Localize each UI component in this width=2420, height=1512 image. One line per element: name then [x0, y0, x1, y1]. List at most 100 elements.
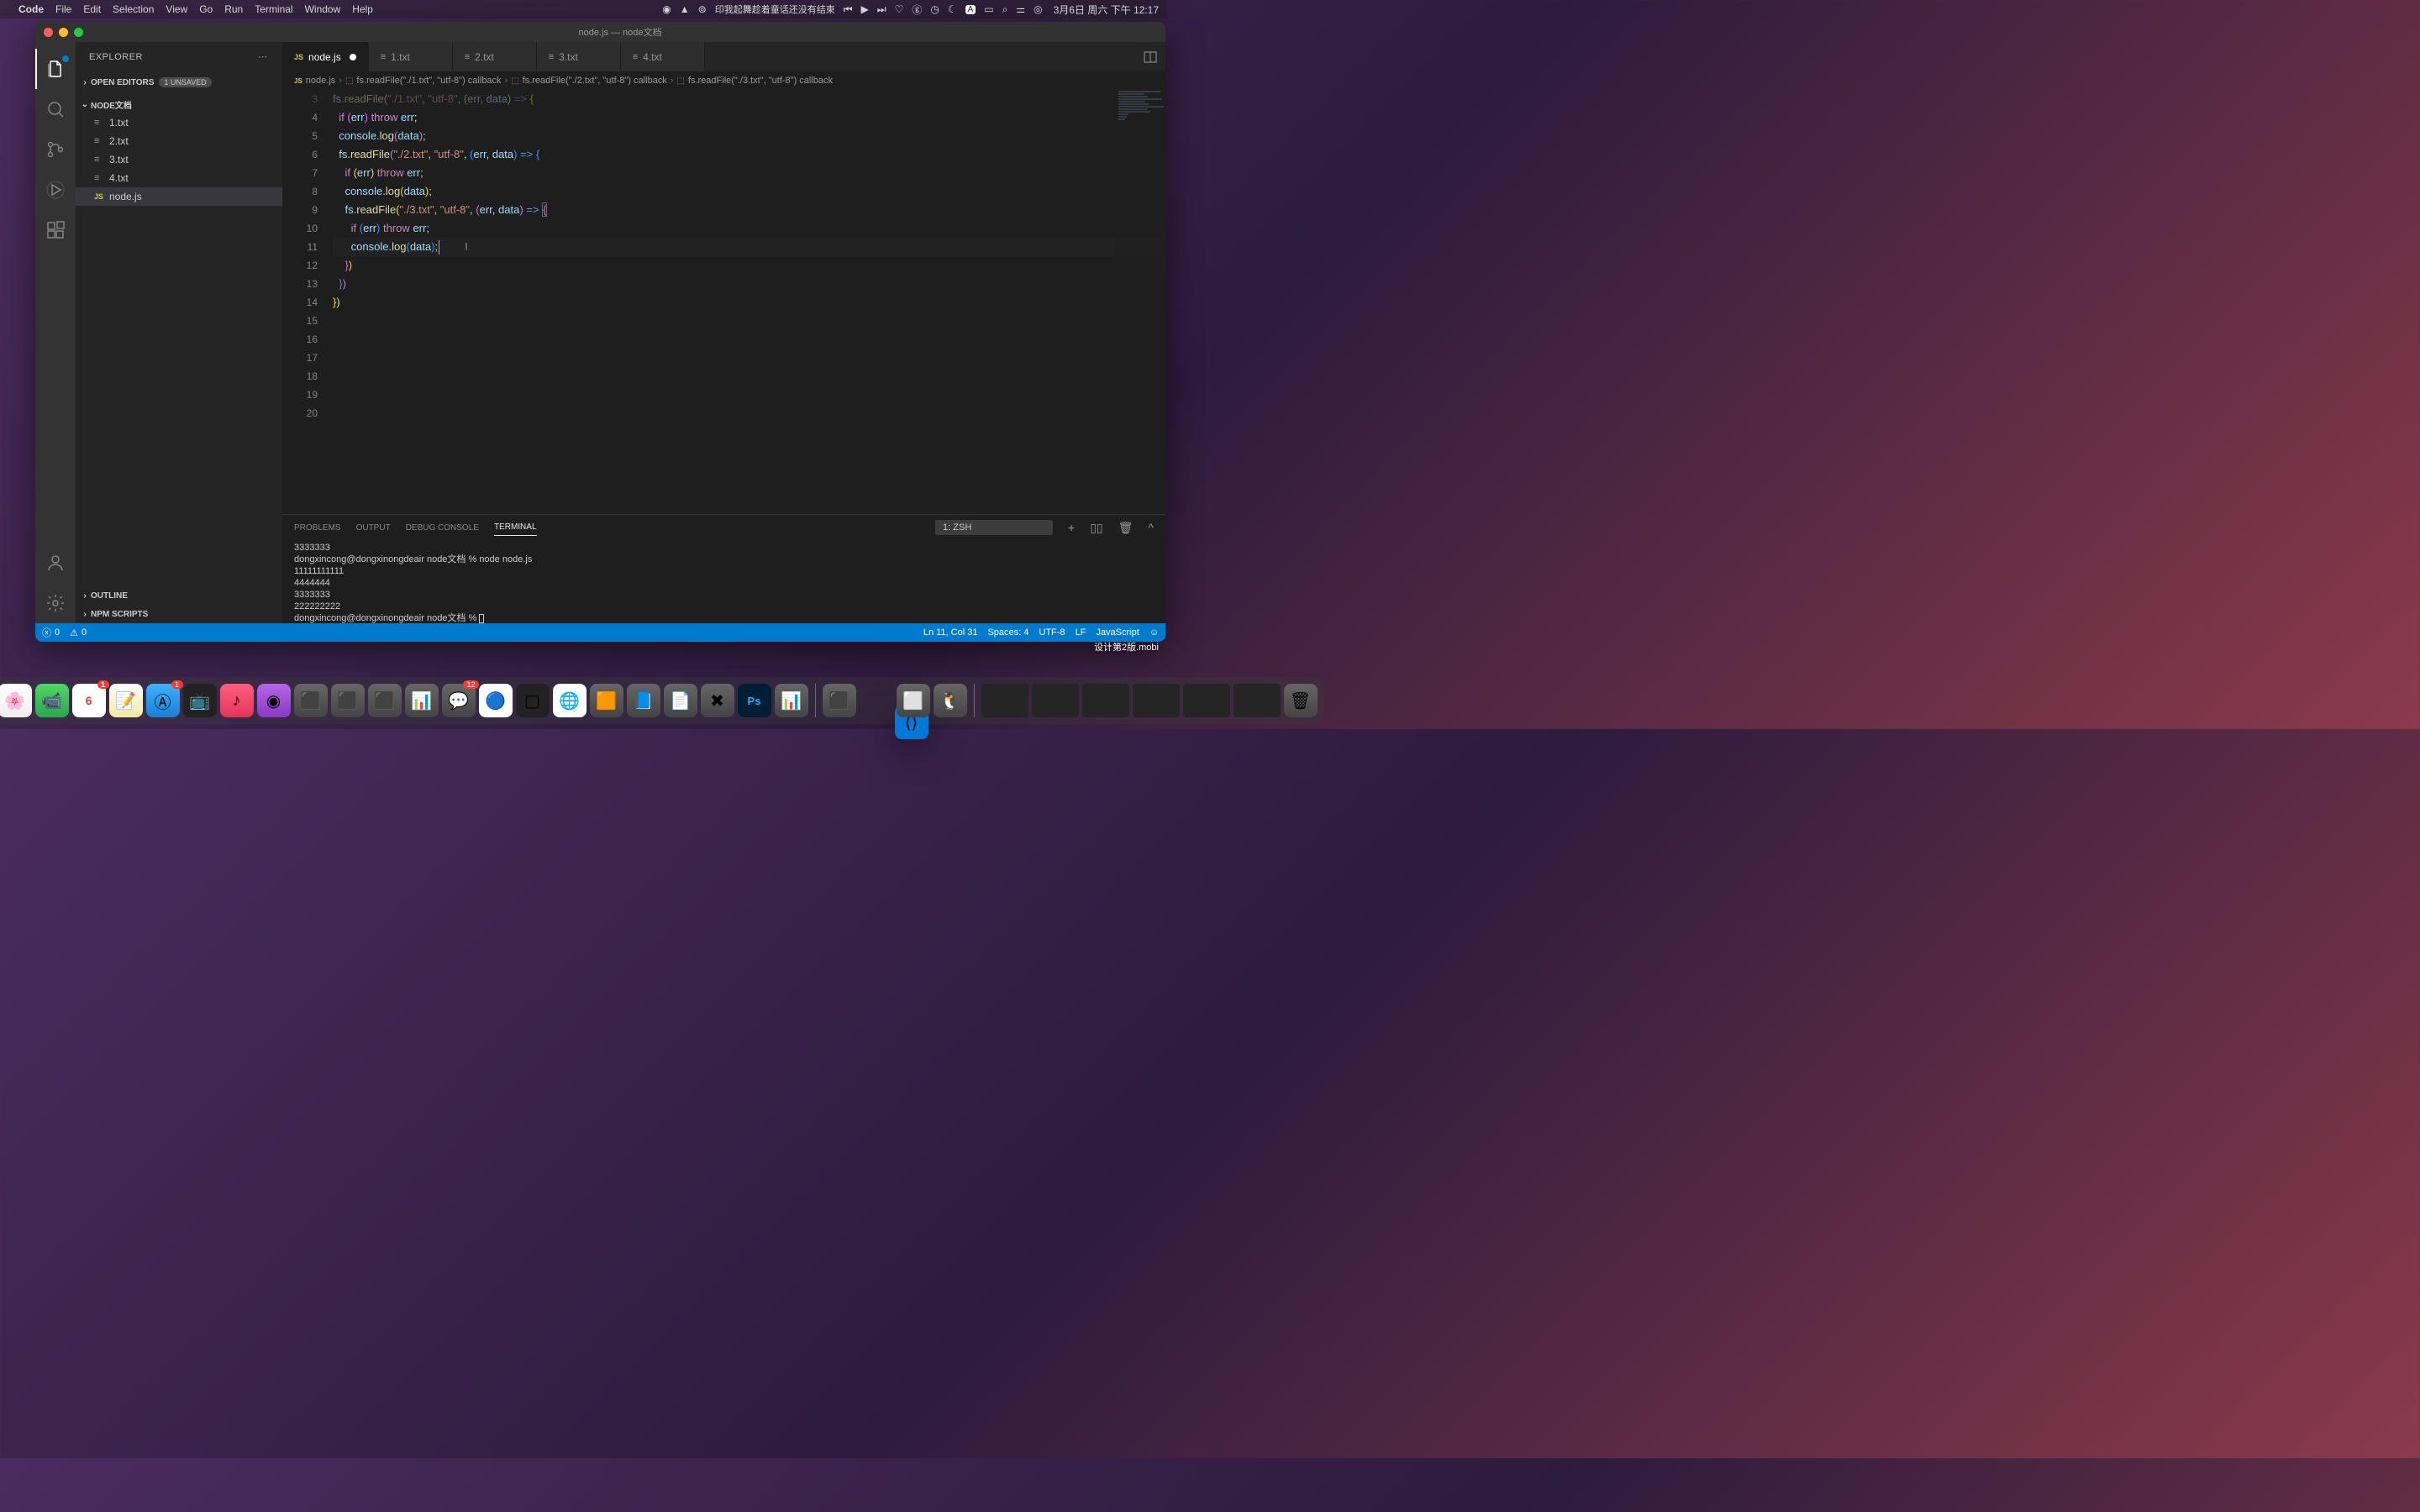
dock-app-icon[interactable]: ⬛	[294, 684, 328, 717]
dock-app-icon[interactable]: ⬜	[897, 684, 930, 717]
dock-app-icon[interactable]: 📊	[775, 684, 808, 717]
dock-appstore-icon[interactable]: Ⓐ1	[146, 684, 180, 717]
creative-cloud-icon[interactable]: ⊚	[698, 3, 707, 15]
outline-section[interactable]: › OUTLINE	[76, 586, 282, 605]
breadcrumb-item[interactable]: fs.readFile("./2.txt", "utf-8") callback	[523, 76, 667, 86]
file-item[interactable]: ≡3.txt	[76, 150, 282, 169]
dock-chrome-icon[interactable]: 🔵	[479, 684, 513, 717]
dock-app-icon[interactable]: 📊	[405, 684, 439, 717]
status-cursor-pos[interactable]: Ln 11, Col 31	[923, 627, 978, 638]
split-terminal-icon[interactable]: ▯▯	[1090, 521, 1102, 535]
menu-edit[interactable]: Edit	[83, 3, 101, 15]
status-errors[interactable]: ⓧ 0	[42, 626, 60, 639]
breadcrumb-item[interactable]: fs.readFile("./1.txt", "utf-8") callback	[356, 76, 501, 86]
dock-window-thumb[interactable]	[981, 684, 1028, 717]
activity-settings-icon[interactable]	[35, 583, 76, 623]
panel-tab-output[interactable]: OUTPUT	[356, 520, 391, 536]
new-terminal-icon[interactable]: +	[1068, 521, 1075, 534]
dock-qq-icon[interactable]: 🐧	[934, 684, 967, 717]
activity-extensions-icon[interactable]	[35, 210, 76, 250]
status-warnings[interactable]: ⚠ 0	[70, 627, 87, 638]
status-indent[interactable]: Spaces: 4	[987, 627, 1028, 638]
terminal-selector[interactable]: 1: zsh	[935, 520, 1053, 535]
code-content[interactable]: fs.readFile("./1.txt", "utf-8", (err, da…	[333, 90, 1165, 514]
status-encoding[interactable]: UTF-8	[1039, 627, 1065, 638]
tab-1-txt[interactable]: ≡1.txt	[369, 42, 453, 71]
tab-node-js[interactable]: JS node.js	[282, 42, 369, 71]
dock-podcasts-icon[interactable]: ◉	[257, 684, 291, 717]
dock-trash-icon[interactable]: 🗑	[1284, 684, 1318, 717]
file-item[interactable]: ≡2.txt	[76, 132, 282, 150]
tab-2-txt[interactable]: ≡2.txt	[453, 42, 537, 71]
tab-3-txt[interactable]: ≡3.txt	[537, 42, 621, 71]
sidebar-more-icon[interactable]: ⋯	[258, 51, 269, 62]
clock-icon[interactable]: ◷	[930, 3, 939, 15]
activity-search-icon[interactable]	[35, 89, 76, 129]
dock-app-icon[interactable]: 📄	[664, 684, 697, 717]
status-eol[interactable]: LF	[1076, 627, 1086, 638]
dock-app-icon[interactable]: ⬛	[331, 684, 365, 717]
menu-terminal[interactable]: Terminal	[255, 3, 292, 15]
media-prev-icon[interactable]: ⏮	[844, 3, 853, 16]
panel-tab-terminal[interactable]: TERMINAL	[494, 519, 537, 536]
activity-account-icon[interactable]	[35, 543, 76, 583]
menu-selection[interactable]: Selection	[113, 3, 154, 15]
dock-app-icon[interactable]: 🟧	[590, 684, 623, 717]
menu-window[interactable]: Window	[305, 3, 341, 15]
close-window-button[interactable]	[44, 28, 53, 37]
dock-app-icon[interactable]: ⬛	[368, 684, 402, 717]
moon-icon[interactable]: ☾	[948, 3, 957, 15]
breadcrumb[interactable]: JS node.js › ⬚ fs.readFile("./1.txt", "u…	[282, 71, 1165, 90]
dock-window-thumb[interactable]	[1183, 684, 1230, 717]
g-icon[interactable]: ⓖ	[912, 3, 922, 17]
media-play-icon[interactable]: ▶	[861, 3, 869, 15]
breadcrumb-item[interactable]: node.js	[306, 76, 335, 86]
file-item[interactable]: ≡1.txt	[76, 113, 282, 132]
dock-wechat-icon[interactable]: 💬12	[442, 684, 476, 717]
maximize-panel-icon[interactable]: ^	[1148, 521, 1154, 534]
input-method-icon[interactable]: A	[965, 5, 976, 14]
dock-window-thumb[interactable]	[1032, 684, 1079, 717]
dock-app-icon[interactable]: ⬛	[823, 684, 856, 717]
menu-help[interactable]: Help	[352, 3, 373, 15]
minimap[interactable]	[1115, 90, 1165, 514]
battery-icon[interactable]: ▭	[984, 3, 993, 15]
dock-window-thumb[interactable]	[1133, 684, 1180, 717]
menu-run[interactable]: Run	[224, 3, 243, 15]
menu-go[interactable]: Go	[199, 3, 213, 15]
open-editors-section[interactable]: › OPEN EDITORS 1 UNSAVED	[76, 73, 282, 92]
split-editor-icon[interactable]	[1135, 42, 1165, 71]
record-icon[interactable]: ◉	[662, 3, 671, 15]
dock-photoshop-icon[interactable]: Ps	[738, 684, 771, 717]
dock-window-thumb[interactable]	[1082, 684, 1129, 717]
dock-facetime-icon[interactable]: 📹	[35, 684, 69, 717]
dock-photos-icon[interactable]: 🌸	[0, 684, 32, 717]
dock-calendar-icon[interactable]: 61	[72, 684, 106, 717]
heart-icon[interactable]: ♡	[895, 3, 904, 15]
dock-music-icon[interactable]: ♪	[220, 684, 254, 717]
terminal-output[interactable]: 3333333 dongxincong@dongxinongdeair node…	[282, 540, 1165, 623]
panel-tab-problems[interactable]: PROBLEMS	[294, 520, 341, 536]
dock-tv-icon[interactable]: 📺	[183, 684, 217, 717]
file-item[interactable]: ≡4.txt	[76, 169, 282, 187]
maximize-window-button[interactable]	[74, 28, 83, 37]
menubar-clock[interactable]: 3月6日 周六 下午 12:17	[1054, 3, 1159, 17]
notification-icon[interactable]: ▲	[680, 3, 690, 15]
kill-terminal-icon[interactable]: 🗑	[1118, 521, 1134, 535]
status-language[interactable]: JavaScript	[1096, 627, 1139, 638]
dock-app-icon[interactable]: ✖	[701, 684, 734, 717]
file-item-active[interactable]: JSnode.js	[76, 187, 282, 206]
spotlight-icon[interactable]: ⌕	[1002, 3, 1008, 16]
activity-source-control-icon[interactable]	[35, 129, 76, 170]
siri-icon[interactable]: ◎	[1034, 3, 1042, 15]
minimize-window-button[interactable]	[59, 28, 68, 37]
folder-section[interactable]: ⌄ NODE文档	[76, 95, 282, 113]
npm-scripts-section[interactable]: › NPM SCRIPTS	[76, 605, 282, 623]
panel-tab-debug-console[interactable]: DEBUG CONSOLE	[406, 520, 479, 536]
dock-chrome-icon[interactable]: 🌐	[553, 684, 587, 717]
menu-view[interactable]: View	[166, 3, 187, 15]
breadcrumb-item[interactable]: fs.readFile("./3.txt", "utf-8") callback	[688, 76, 833, 86]
activity-debug-icon[interactable]	[35, 170, 76, 210]
dock-notes-icon[interactable]: 📝	[109, 684, 143, 717]
desktop-file-label[interactable]: 设计第2版.mobi	[1094, 640, 1159, 654]
